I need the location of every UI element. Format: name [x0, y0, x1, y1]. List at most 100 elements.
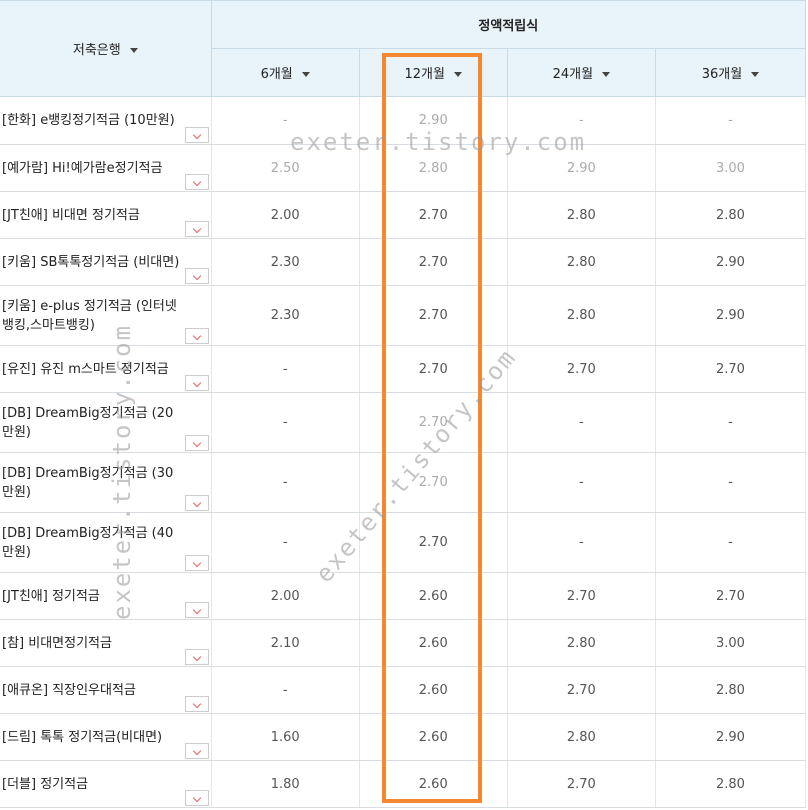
table-row: [예가람] Hi!예가람e정기적금 2.50 2.80 2.90 3.00: [0, 144, 807, 192]
rate-cell-m36: 2.80: [655, 760, 807, 808]
rate-cell-m24: 2.70: [507, 572, 656, 620]
bank-product-name: [유진] 유진 m스마트 정기적금: [0, 345, 212, 393]
rate-cell-m24: 2.80: [507, 713, 656, 761]
rate-cell-m36: 2.90: [655, 238, 807, 286]
product-label: [한화] e뱅킹정기적금 (10만원): [2, 113, 175, 128]
product-label: [JT친애] 정기적금: [2, 588, 100, 604]
bank-product-name: [JT친애] 비대면 정기적금: [0, 191, 212, 239]
expand-chevron-down-icon[interactable]: [184, 790, 209, 806]
term-24m-header[interactable]: 24개월: [506, 48, 656, 97]
bank-product-name: [DB] DreamBig정기적금 (30만원): [0, 452, 212, 513]
rate-cell-m6: -: [211, 345, 360, 393]
expand-chevron-down-icon[interactable]: [184, 649, 209, 665]
rate-cell-m6: 2.30: [211, 285, 360, 346]
rate-cell-m6: 2.10: [211, 619, 360, 667]
table-row: [애큐온] 직장인우대적금 -2.60 2.70 2.80: [0, 666, 807, 714]
product-label: [드림] 톡톡 정기적금(비대면): [2, 729, 163, 745]
rate-cell-m36: -: [655, 452, 807, 513]
rate-cell-m6: 1.80: [211, 760, 360, 808]
bank-product-name: [예가람] Hi!예가람e정기적금: [0, 144, 212, 192]
sort-caret-icon: [129, 48, 138, 53]
expand-chevron-down-icon[interactable]: [184, 268, 209, 284]
rate-cell-m12: 2.60: [359, 572, 508, 620]
rate-cell-m36: -: [655, 96, 807, 145]
rate-cell-m24: -: [507, 392, 656, 453]
expand-chevron-down-icon[interactable]: [184, 696, 209, 712]
savings-rate-table: 저축은행 정액적립식 6개월 12개월 24개월 36개월 [한화] e뱅킹정기…: [0, 0, 807, 808]
rate-cell-m12: 2.70: [359, 392, 508, 453]
table-row: [DB] DreamBig정기적금 (30만원) -2.70- -: [0, 452, 807, 513]
rate-cell-m24: -: [507, 512, 656, 573]
bank-product-name: [키움] SB톡톡정기적금 (비대면): [0, 238, 212, 286]
table-row: [드림] 톡톡 정기적금(비대면) 1.60 2.60 2.80 2.90: [0, 713, 807, 761]
rate-cell-m6: 2.00: [211, 191, 360, 239]
rate-cell-m12: 2.70: [359, 191, 508, 239]
product-label: [DB] DreamBig정기적금 (20만원): [2, 405, 174, 440]
product-label: [JT친애] 비대면 정기적금: [2, 207, 140, 223]
rate-cell-m36: 3.00: [655, 144, 807, 192]
rate-cell-m6: -: [211, 96, 360, 145]
table-row: [유진] 유진 m스마트 정기적금 -2.70 2.70 2.70: [0, 345, 807, 393]
rate-cell-m24: 2.90: [507, 144, 656, 192]
product-label: [DB] DreamBig정기적금 (30만원): [2, 465, 174, 500]
rate-cell-m12: 2.70: [359, 452, 508, 513]
bank-product-name: [더블] 정기적금: [0, 760, 212, 808]
rate-cell-m36: 2.70: [655, 345, 807, 393]
rate-cell-m6: -: [211, 512, 360, 573]
expand-chevron-down-icon[interactable]: [184, 602, 209, 618]
table-row: [DB] DreamBig정기적금 (20만원) -2.70- -: [0, 392, 807, 453]
table-row: [JT친애] 비대면 정기적금 2.00 2.70 2.80 2.80: [0, 191, 807, 239]
table-row: [한화] e뱅킹정기적금 (10만원) -2.90- -: [0, 96, 807, 145]
rate-cell-m24: 2.80: [507, 238, 656, 286]
table-row: [키움] e-plus 정기적금 (인터넷뱅킹,스마트뱅킹) 2.30 2.70 2.…: [0, 285, 807, 346]
product-label: [키움] e-plus 정기적금 (인터넷뱅킹,스마트뱅킹): [2, 298, 177, 333]
table-row: [키움] SB톡톡정기적금 (비대면) 2.30 2.70 2.80 2.90: [0, 238, 807, 286]
expand-chevron-down-icon[interactable]: [184, 435, 209, 451]
rate-cell-m12: 2.70: [359, 345, 508, 393]
rate-cell-m6: 2.30: [211, 238, 360, 286]
rate-cell-m12: 2.70: [359, 285, 508, 346]
rate-cell-m36: 2.90: [655, 285, 807, 346]
term-12m-header[interactable]: 12개월: [358, 48, 508, 97]
rate-cell-m24: -: [507, 96, 656, 145]
expand-chevron-down-icon[interactable]: [184, 174, 209, 190]
sort-caret-icon: [301, 72, 310, 77]
rate-cell-m36: 2.90: [655, 713, 807, 761]
bank-column-header[interactable]: 저축은행: [0, 0, 212, 97]
rate-cell-m12: 2.60: [359, 713, 508, 761]
table-row: [더블] 정기적금 1.80 2.60 2.70 2.80: [0, 760, 807, 808]
table-row: [참] 비대면정기적금 2.10 2.60 2.80 3.00: [0, 619, 807, 667]
product-label: [DB] DreamBig정기적금 (40만원): [2, 525, 174, 560]
expand-chevron-down-icon[interactable]: [184, 555, 209, 571]
rate-cell-m12: 2.70: [359, 512, 508, 573]
table-row: [DB] DreamBig정기적금 (40만원) -2.70- -: [0, 512, 807, 573]
expand-chevron-down-icon[interactable]: [184, 127, 209, 143]
bank-product-name: [드림] 톡톡 정기적금(비대면): [0, 713, 212, 761]
rate-cell-m24: 2.80: [507, 191, 656, 239]
rate-cell-m6: -: [211, 666, 360, 714]
expand-chevron-down-icon[interactable]: [184, 375, 209, 391]
expand-chevron-down-icon[interactable]: [184, 328, 209, 344]
expand-chevron-down-icon[interactable]: [184, 495, 209, 511]
expand-chevron-down-icon[interactable]: [184, 743, 209, 759]
product-label: [유진] 유진 m스마트 정기적금: [2, 361, 169, 377]
bank-product-name: [DB] DreamBig정기적금 (20만원): [0, 392, 212, 453]
product-label: [예가람] Hi!예가람e정기적금: [2, 160, 163, 176]
expand-chevron-down-icon[interactable]: [184, 221, 209, 237]
rate-cell-m24: 2.70: [507, 760, 656, 808]
bank-product-name: [한화] e뱅킹정기적금 (10만원): [0, 96, 212, 145]
term-36m-header[interactable]: 36개월: [654, 48, 807, 97]
term-6m-header[interactable]: 6개월: [210, 48, 360, 97]
rate-cell-m36: -: [655, 392, 807, 453]
product-label: [애큐온] 직장인우대적금: [2, 682, 136, 698]
rate-cell-m6: 1.60: [211, 713, 360, 761]
rate-cell-m6: -: [211, 452, 360, 513]
bank-product-name: [참] 비대면정기적금: [0, 619, 212, 667]
rate-cell-m36: 2.80: [655, 666, 807, 714]
sort-caret-icon: [602, 72, 611, 77]
rate-cell-m12: 2.60: [359, 619, 508, 667]
bank-product-name: [애큐온] 직장인우대적금: [0, 666, 212, 714]
fixed-installment-group-header: 정액적립식: [210, 0, 807, 49]
product-label: [더블] 정기적금: [2, 776, 89, 792]
rate-cell-m36: 3.00: [655, 619, 807, 667]
